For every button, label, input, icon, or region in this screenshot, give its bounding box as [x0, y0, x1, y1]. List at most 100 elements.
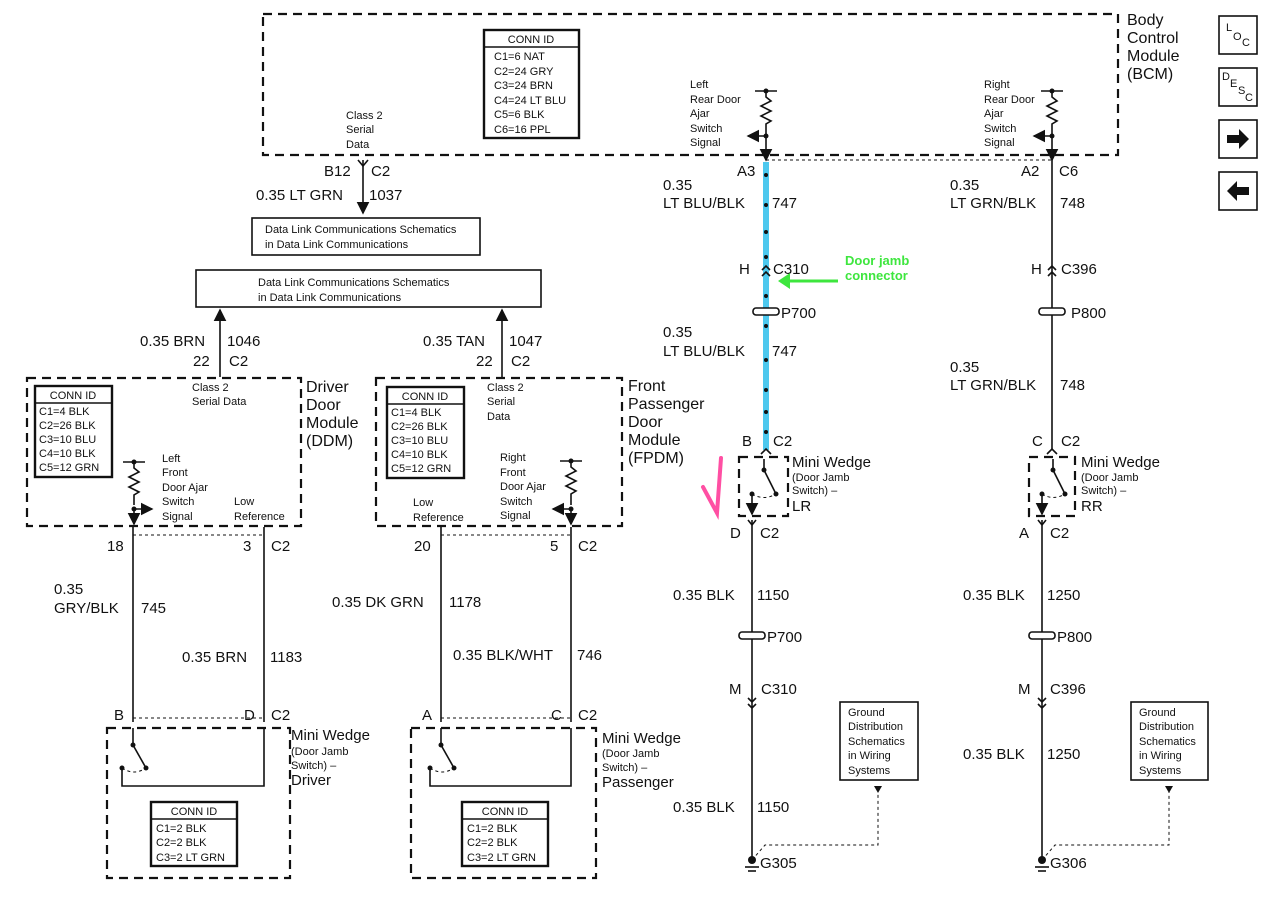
- svg-text:Systems: Systems: [848, 765, 891, 777]
- svg-text:747: 747: [772, 195, 797, 212]
- svg-text:B: B: [742, 433, 752, 450]
- ddm-module: Driver Door Module (DDM) CONN ID C1=4 BL…: [25, 376, 359, 528]
- svg-text:G306: G306: [1050, 855, 1087, 872]
- wiring-diagram: Body Control Module (BCM) CONN ID C1=6 N…: [25, 12, 1258, 880]
- svg-text:in Data Link Communications: in Data Link Communications: [265, 239, 409, 251]
- svg-text:C2=26 BLK: C2=26 BLK: [391, 421, 448, 433]
- svg-text:1250: 1250: [1047, 587, 1080, 604]
- prev-page-button[interactable]: [1218, 171, 1258, 211]
- svg-text:Passenger: Passenger: [602, 774, 674, 791]
- ddm-serial-wire-1046[interactable]: 0.35 BRN 1046 22 C2: [140, 308, 260, 377]
- svg-text:(BCM): (BCM): [1127, 66, 1173, 83]
- next-page-button[interactable]: [1218, 119, 1258, 159]
- svg-text:LT GRN/BLK: LT GRN/BLK: [950, 377, 1036, 394]
- svg-text:B: B: [114, 707, 124, 724]
- lr-ground-circuit-1150[interactable]: D C2 0.35 BLK 1150 P700 M C310 0.35 BLK …: [673, 519, 882, 872]
- svg-text:Door jamb: Door jamb: [845, 253, 909, 268]
- svg-text:Signal: Signal: [162, 511, 193, 523]
- svg-text:0.35: 0.35: [663, 324, 692, 341]
- svg-text:C3=24 BRN: C3=24 BRN: [494, 80, 553, 92]
- svg-text:H: H: [739, 261, 750, 278]
- svg-text:CONN ID: CONN ID: [482, 806, 529, 818]
- svg-text:0.35 BLK: 0.35 BLK: [963, 587, 1025, 604]
- data-link-reference-box[interactable]: Data Link Communications Schematics in D…: [251, 217, 481, 256]
- resistor-icon: [123, 459, 154, 526]
- svg-text:in Wiring: in Wiring: [848, 750, 891, 762]
- svg-text:Data: Data: [487, 411, 511, 423]
- svg-text:0.35: 0.35: [950, 177, 979, 194]
- svg-text:Door Ajar: Door Ajar: [500, 481, 546, 493]
- loc-button[interactable]: L O C: [1218, 15, 1258, 55]
- svg-text:Body: Body: [1127, 12, 1163, 29]
- svg-text:Data: Data: [346, 139, 370, 151]
- svg-text:C1=4 BLK: C1=4 BLK: [39, 406, 90, 418]
- svg-text:0.35 LT GRN: 0.35 LT GRN: [256, 187, 343, 204]
- svg-text:Low: Low: [413, 497, 433, 509]
- svg-text:1037: 1037: [369, 187, 402, 204]
- rr-circuit-748[interactable]: A2 C6 0.35 LT GRN/BLK 748 H C396 P800 0.…: [950, 160, 1106, 455]
- svg-text:C2: C2: [578, 538, 597, 555]
- svg-text:P800: P800: [1057, 629, 1092, 646]
- svg-text:Class 2: Class 2: [487, 382, 524, 394]
- ground-distribution-reference-box[interactable]: Ground Distribution Schematics in Wiring…: [1130, 701, 1209, 781]
- svg-text:3: 3: [243, 538, 251, 555]
- svg-text:in Data Link Communications: in Data Link Communications: [258, 292, 402, 304]
- checkmark-annotation: [701, 456, 723, 520]
- svg-text:A3: A3: [737, 163, 755, 180]
- svg-text:Mini Wedge: Mini Wedge: [1081, 454, 1160, 471]
- svg-text:A: A: [1019, 525, 1029, 542]
- fpdm-door-wires[interactable]: 20 5 C2 0.35 DK GRN 1178 0.35 BLK/WHT 74…: [332, 527, 602, 724]
- svg-text:Front: Front: [628, 378, 666, 395]
- svg-text:Module: Module: [1127, 48, 1180, 65]
- svg-text:1150: 1150: [757, 799, 789, 816]
- svg-text:Switch: Switch: [500, 496, 532, 508]
- serial-data-wire-1037[interactable]: B12 C2 0.35 LT GRN 1037: [256, 159, 402, 215]
- svg-text:C4=24 LT BLU: C4=24 LT BLU: [494, 95, 566, 107]
- data-link-reference-box[interactable]: Data Link Communications Schematics in D…: [195, 269, 542, 308]
- svg-text:Switch) –: Switch) –: [792, 485, 838, 497]
- svg-text:C3=10 BLU: C3=10 BLU: [391, 435, 448, 447]
- svg-text:C: C: [1245, 92, 1253, 104]
- svg-text:1150: 1150: [757, 587, 789, 604]
- bcm-conn-id-table: CONN ID C1=6 NAT C2=24 GRY C3=24 BRN C4=…: [482, 28, 581, 140]
- svg-text:Left: Left: [690, 79, 708, 91]
- svg-text:D: D: [1222, 71, 1230, 83]
- svg-text:Ground: Ground: [848, 707, 885, 719]
- svg-text:Schematics: Schematics: [848, 736, 905, 748]
- bcm-left-signal-label: Left Rear Door Ajar Switch Signal: [690, 79, 741, 149]
- svg-text:C6: C6: [1059, 163, 1078, 180]
- svg-text:C6=16 PPL: C6=16 PPL: [494, 124, 551, 136]
- svg-text:C2=2 BLK: C2=2 BLK: [156, 837, 207, 849]
- ddm-door-wires[interactable]: 18 3 C2 0.35 GRY/BLK 745 0.35 BRN 1183 B…: [54, 527, 302, 724]
- svg-text:Ground: Ground: [1139, 707, 1176, 719]
- svg-text:Data Link Communications Schem: Data Link Communications Schematics: [265, 224, 457, 236]
- svg-text:C1=4 BLK: C1=4 BLK: [391, 407, 442, 419]
- fpdm-serial-wire-1047[interactable]: 0.35 TAN 1047 22 C2: [423, 308, 542, 377]
- svg-text:745: 745: [141, 600, 166, 617]
- svg-text:C1=6 NAT: C1=6 NAT: [494, 51, 545, 63]
- svg-text:C2: C2: [229, 353, 248, 370]
- svg-text:Front: Front: [500, 467, 526, 479]
- svg-text:Signal: Signal: [500, 510, 531, 522]
- desc-button[interactable]: D E S C: [1218, 67, 1258, 107]
- svg-text:Distribution: Distribution: [1139, 721, 1194, 733]
- resistor-icon: [551, 458, 582, 526]
- svg-text:Mini Wedge: Mini Wedge: [602, 730, 681, 747]
- svg-text:C2: C2: [760, 525, 779, 542]
- svg-text:(Door Jamb: (Door Jamb: [1081, 472, 1138, 484]
- svg-text:(Door Jamb: (Door Jamb: [291, 746, 348, 758]
- ground-distribution-reference-box[interactable]: Ground Distribution Schematics in Wiring…: [839, 701, 919, 781]
- svg-text:1250: 1250: [1047, 746, 1080, 763]
- rr-ground-circuit-1250[interactable]: A C2 0.35 BLK 1250 P800 M C396 0.35 BLK …: [963, 519, 1173, 872]
- svg-text:P700: P700: [781, 305, 816, 322]
- svg-text:Class 2: Class 2: [346, 110, 383, 122]
- svg-text:C1=2 BLK: C1=2 BLK: [467, 823, 518, 835]
- driver-door-jamb-switch: Mini Wedge (Door Jamb Switch) – Driver C…: [105, 726, 370, 880]
- svg-text:20: 20: [414, 538, 431, 555]
- svg-text:Serial: Serial: [487, 396, 515, 408]
- svg-text:(FPDM): (FPDM): [628, 450, 684, 467]
- svg-text:Mini Wedge: Mini Wedge: [291, 727, 370, 744]
- svg-text:Rear Door: Rear Door: [984, 94, 1035, 106]
- svg-text:C3=2 LT GRN: C3=2 LT GRN: [156, 852, 225, 864]
- svg-text:Switch: Switch: [690, 123, 722, 135]
